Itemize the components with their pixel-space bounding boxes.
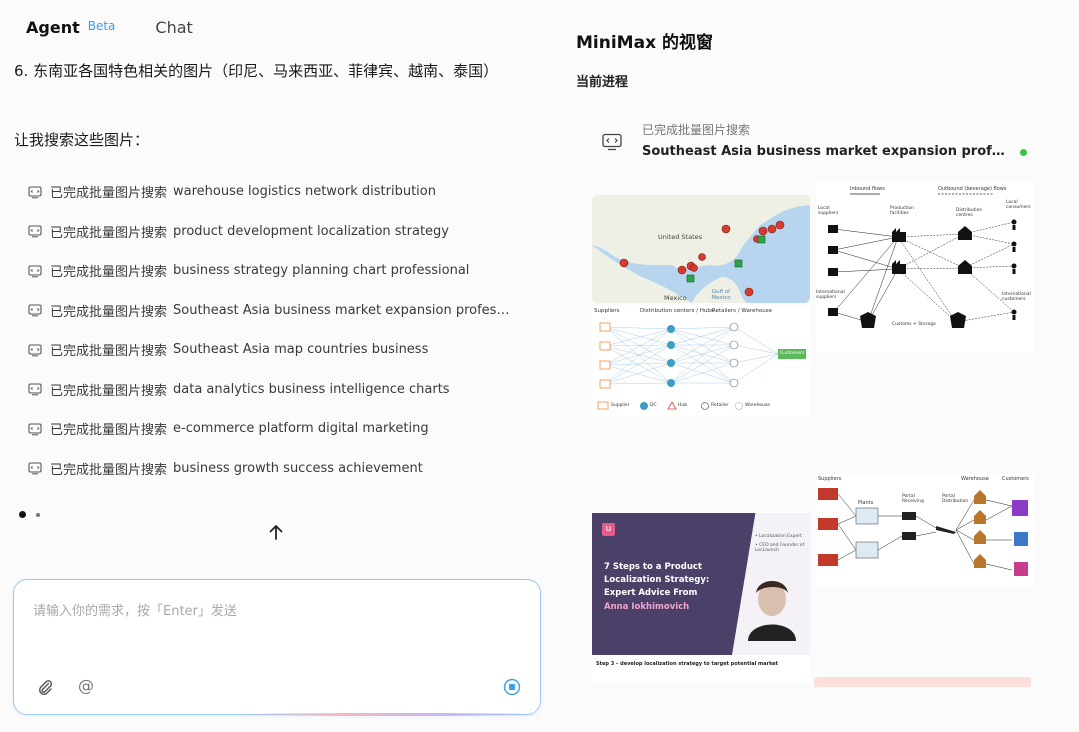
image-search-icon [28,423,42,436]
search-item[interactable]: 已完成批量图片搜索 Southeast Asia business market… [28,291,515,331]
result-image-partial[interactable] [814,677,1031,687]
network-graph [597,322,806,410]
image-search-icon [28,304,42,317]
viewer-title: MiniMax 的视窗 [576,33,713,53]
image-search-icon [28,383,42,396]
net-legend-warehouse: Warehouse [745,403,771,408]
map-image [592,195,810,303]
mode-tabs: Agent Beta Chat [26,18,193,37]
map-label-mexico: Mexico [664,294,687,302]
input-glow [240,713,540,716]
chat-panel: Agent Beta Chat 6. 东南亚各国特色相关的图片（印尼、马来西亚、… [0,0,556,732]
search-item[interactable]: 已完成批量图片搜索 warehouse logistics network di… [28,172,515,212]
image-search-icon [28,265,42,278]
article-title: 7 Steps to a Product Localization Strate… [604,562,710,598]
net-legend-dc: DC [650,403,657,408]
result-image-supply-chain[interactable]: Suppliers Plants Portal Receiving Portal… [816,474,1034,586]
article-author: Anna Iokhimovich [604,602,690,612]
result-image-flows[interactable]: Inbound flows Outbound (beverage) flows … [816,182,1034,352]
author-portrait [748,581,796,641]
process-query: Southeast Asia business market expansion… [642,144,1012,159]
net-customers: Customers [780,351,805,356]
map-label-us: United States [658,233,703,241]
indicator-dot [19,511,26,518]
image-search-icon [28,462,42,475]
search-status: 已完成批量图片搜索 [50,344,168,360]
image-search-icon [28,344,42,357]
search-status: 已完成批量图片搜索 [50,423,168,439]
search-item[interactable]: 已完成批量图片搜索 data analytics business intell… [28,370,515,410]
search-query: business growth success achievement [173,460,423,476]
search-item[interactable]: 已完成批量图片搜索 Southeast Asia map countries b… [28,330,515,370]
search-status: 已完成批量图片搜索 [50,186,168,202]
scroll-up-arrow-icon[interactable] [266,522,286,542]
flows-graph [828,193,1017,328]
article-caption: Step 3 – develop localization strategy t… [596,661,779,667]
search-item[interactable]: 已完成批量图片搜索 business strategy planning cha… [28,251,515,291]
mention-icon[interactable]: @ [78,676,94,695]
article-bullet: • Localization Expert [755,534,802,539]
beta-badge: Beta [87,19,116,33]
image-search-icon [602,133,622,151]
search-query: product development localization strateg… [173,223,449,239]
search-list: 已完成批量图片搜索 warehouse logistics network di… [28,172,515,488]
tab-chat[interactable]: Chat [155,18,192,37]
article-logo: u [602,523,615,536]
net-legend-hub: Hub [678,403,688,408]
active-status-dot [1020,149,1027,156]
map-label-gulf: Gulf of Mexico [711,289,731,301]
net-legend-supplier: Supplier [611,403,630,408]
search-query: Southeast Asia map countries business [173,342,429,358]
search-query: warehouse logistics network distribution [173,184,436,200]
prompt-placeholder: 请输入你的需求，按「Enter」发送 [33,604,237,619]
search-item[interactable]: 已完成批量图片搜索 e-commerce platform digital ma… [28,409,515,449]
search-item[interactable]: 已完成批量图片搜索 business growth success achiev… [28,449,515,489]
viewer-panel: MiniMax 的视窗 当前进程 已完成批量图片搜索 Southeast Asi… [556,0,1079,732]
send-icon[interactable] [503,678,521,696]
image-search-icon [28,225,42,238]
result-image-map[interactable]: United States Mexico Gulf of Mexico [592,195,810,303]
prompt-input[interactable]: 请输入你的需求，按「Enter」发送 @ [13,579,541,715]
indicator-dot [36,512,40,517]
message-text: 6. 东南亚各国特色相关的图片（印尼、马来西亚、菲律宾、越南、泰国） [14,62,499,80]
search-status: 已完成批量图片搜索 [50,383,168,399]
result-image-article[interactable]: u 7 Steps to a Product Localization Stra… [592,513,810,683]
search-query: data analytics business intelligence cha… [173,381,450,397]
net-legend-retailer: Retailer [711,403,729,408]
search-query: Southeast Asia business market expansion… [173,302,516,318]
search-status: 已完成批量图片搜索 [50,462,168,478]
image-search-icon [28,186,42,199]
process-status: 已完成批量图片搜索 [642,123,751,137]
search-query: business strategy planning chart profess… [173,263,470,279]
search-status: 已完成批量图片搜索 [50,265,168,281]
search-item[interactable]: 已完成批量图片搜索 product development localizati… [28,212,515,252]
article-bullet: • CEO and Founder of LocLaunch [755,543,805,553]
tab-agent[interactable]: Agent [26,18,80,37]
search-query: e-commerce platform digital marketing [173,421,429,437]
typing-indicator [19,511,40,518]
search-status: 已完成批量图片搜索 [50,304,168,320]
current-process-label: 当前进程 [576,75,629,90]
result-image-network[interactable]: Suppliers Distribution centers / Hubs Re… [592,305,810,417]
supply-chain-graph [818,488,1028,576]
paperclip-icon[interactable] [36,678,54,696]
message-intro: 让我搜索这些图片： [14,131,150,149]
search-status: 已完成批量图片搜索 [50,225,168,241]
